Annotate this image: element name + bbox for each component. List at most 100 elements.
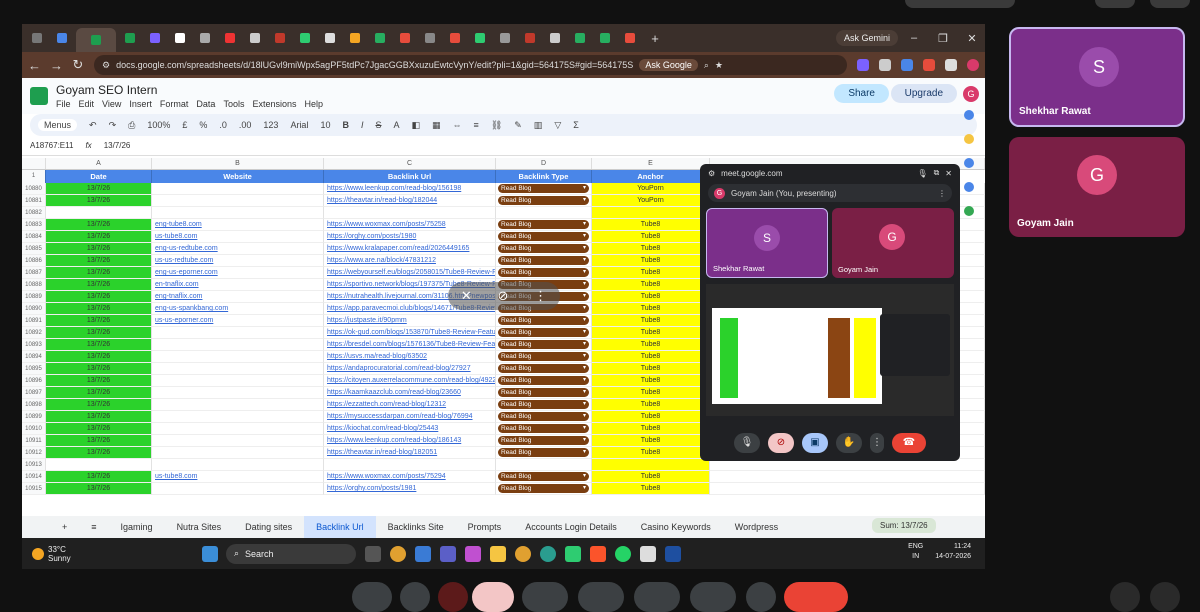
backlink-type-chip[interactable]: Read Blog xyxy=(498,340,589,349)
row-number[interactable]: 1 xyxy=(22,170,46,183)
backlink-type-chip[interactable]: Read Blog xyxy=(498,376,589,385)
cell-backlink-url[interactable]: https://www.are.na/block/47831212 xyxy=(324,255,496,267)
tab-backlink-url[interactable]: Backlink Url xyxy=(304,516,376,538)
row-number[interactable]: 10882 xyxy=(22,207,46,219)
cell-date[interactable]: 13/7/26 xyxy=(46,387,152,399)
meet-mic-options-button[interactable] xyxy=(400,582,430,612)
mic-button[interactable]: 🎙 xyxy=(734,433,760,453)
tab-icon[interactable] xyxy=(319,29,341,47)
cell-date[interactable]: 13/7/26 xyxy=(46,267,152,279)
cell-date[interactable]: 13/7/26 xyxy=(46,447,152,459)
cell-date[interactable]: 13/7/26 xyxy=(46,303,152,315)
cell-website[interactable] xyxy=(152,483,324,495)
tab-icon[interactable] xyxy=(619,29,641,47)
site-info-icon[interactable]: ⚙ xyxy=(102,60,110,71)
formula-input[interactable]: 13/7/26 xyxy=(104,141,131,150)
taskbar-search[interactable]: ⌕ Search xyxy=(226,543,356,564)
row-number[interactable]: 10913 xyxy=(22,459,46,471)
profile-avatar[interactable] xyxy=(967,59,979,71)
cell-backlink-type[interactable]: Read Blog xyxy=(496,195,592,207)
camera-off-icon[interactable]: ⊘ xyxy=(497,288,508,304)
meet-camera-off-button[interactable] xyxy=(472,582,514,612)
meet-raise-hand-button[interactable] xyxy=(690,582,736,612)
cell-date[interactable]: 13/7/26 xyxy=(46,327,152,339)
cell-date[interactable]: 13/7/26 xyxy=(46,255,152,267)
cell-date[interactable]: 13/7/26 xyxy=(46,219,152,231)
menu-data[interactable]: Data xyxy=(196,99,215,109)
cell-anchor[interactable]: Tube8 xyxy=(592,315,710,327)
cell-website[interactable] xyxy=(152,399,324,411)
menu-format[interactable]: Format xyxy=(160,99,189,109)
cell-website[interactable]: us-tube8.com xyxy=(152,471,324,483)
account-avatar[interactable]: G xyxy=(963,86,979,102)
cell-backlink-url[interactable]: https://theavtar.in/read-blog/182051 xyxy=(324,447,496,459)
cell-backlink-url[interactable]: https://ok-gud.com/blogs/153870/Tube8-Re… xyxy=(324,327,496,339)
cell-date[interactable]: 13/7/26 xyxy=(46,423,152,435)
cell-anchor[interactable]: Tube8 xyxy=(592,435,710,447)
corner-cell[interactable] xyxy=(22,158,46,169)
reload-icon[interactable]: ↻ xyxy=(72,57,84,73)
bold-icon[interactable]: B xyxy=(342,120,349,130)
tab-icon[interactable] xyxy=(569,29,591,47)
cell-website[interactable]: eng-us-redtube.com xyxy=(152,243,324,255)
url-bar[interactable]: ⚙ docs.google.com/spreadsheets/d/18lUGvl… xyxy=(94,55,847,75)
borders-icon[interactable]: ▦ xyxy=(432,120,441,131)
menu-tools[interactable]: Tools xyxy=(223,99,244,109)
whatsapp-icon[interactable] xyxy=(615,545,631,562)
close-icon[interactable]: ✕ xyxy=(945,169,952,178)
cell-date[interactable]: 13/7/26 xyxy=(46,231,152,243)
tab-icon[interactable] xyxy=(394,29,416,47)
cell-backlink-url[interactable]: https://webyourself.eu/blogs/2058015/Tub… xyxy=(324,267,496,279)
backlink-type-chip[interactable]: Read Blog xyxy=(498,220,589,229)
meet-present-button[interactable] xyxy=(522,582,568,612)
cell-anchor[interactable]: YouPorn xyxy=(592,195,710,207)
cell-backlink-type[interactable]: Read Blog xyxy=(496,375,592,387)
cell-date[interactable]: 13/7/26 xyxy=(46,339,152,351)
ask-google-chip[interactable]: Ask Google xyxy=(639,59,698,71)
cell-backlink-type[interactable]: Read Blog xyxy=(496,339,592,351)
tab-igaming[interactable]: Igaming xyxy=(109,522,165,532)
extension-icon[interactable] xyxy=(901,59,913,71)
app-icon[interactable] xyxy=(665,545,681,562)
cell-anchor[interactable]: Tube8 xyxy=(592,219,710,231)
tab-icon[interactable] xyxy=(344,29,366,47)
cell-website[interactable]: eng-tube8.com xyxy=(152,219,324,231)
cell-website[interactable] xyxy=(152,387,324,399)
backlink-type-chip[interactable]: Read Blog xyxy=(498,268,589,277)
row-number[interactable]: 10895 xyxy=(22,363,46,375)
row-number[interactable]: 10898 xyxy=(22,399,46,411)
cell-backlink-type[interactable]: Read Blog xyxy=(496,423,592,435)
tab-accounts-login[interactable]: Accounts Login Details xyxy=(513,522,629,532)
tab-icon[interactable] xyxy=(219,29,241,47)
maps-icon[interactable] xyxy=(964,206,974,216)
cell-website[interactable] xyxy=(152,411,324,423)
tab-icon[interactable] xyxy=(444,29,466,47)
cell-anchor[interactable]: Tube8 xyxy=(592,363,710,375)
tab-icon[interactable] xyxy=(594,29,616,47)
tab-prompts[interactable]: Prompts xyxy=(456,522,514,532)
cell-anchor[interactable]: Tube8 xyxy=(592,375,710,387)
cell-backlink-url[interactable]: https://bresdel.com/blogs/1576136/Tube8-… xyxy=(324,339,496,351)
backlink-type-chip[interactable]: Read Blog xyxy=(498,256,589,265)
cell-backlink-type[interactable]: Read Blog xyxy=(496,447,592,459)
cell-date[interactable]: 13/7/26 xyxy=(46,483,152,495)
doc-title[interactable]: Goyam SEO Intern xyxy=(56,83,323,97)
cell-anchor[interactable]: Tube8 xyxy=(592,447,710,459)
menu-view[interactable]: View xyxy=(102,99,121,109)
cell-backlink-type[interactable] xyxy=(496,207,592,219)
cell-backlink-url[interactable]: https://orghy.com/posts/1981 xyxy=(324,483,496,495)
column-header-a[interactable]: A xyxy=(46,158,152,169)
menus-search[interactable]: Menus xyxy=(38,119,78,131)
tab-wordpress[interactable]: Wordpress xyxy=(723,522,790,532)
meet-mic-button[interactable] xyxy=(352,582,392,612)
header-website[interactable]: Website xyxy=(152,170,324,183)
sheets-logo-icon[interactable] xyxy=(30,87,48,105)
cell-anchor[interactable]: Tube8 xyxy=(592,483,710,495)
menu-edit[interactable]: Edit xyxy=(79,99,95,109)
tab-list-icon[interactable] xyxy=(26,29,48,47)
tab-icon[interactable] xyxy=(294,29,316,47)
header-date[interactable]: Date xyxy=(46,170,152,183)
cell-website[interactable]: us-us-redtube.com xyxy=(152,255,324,267)
backlink-type-chip[interactable]: Read Blog xyxy=(498,400,589,409)
cell-website[interactable]: us-us-eporner.com xyxy=(152,315,324,327)
